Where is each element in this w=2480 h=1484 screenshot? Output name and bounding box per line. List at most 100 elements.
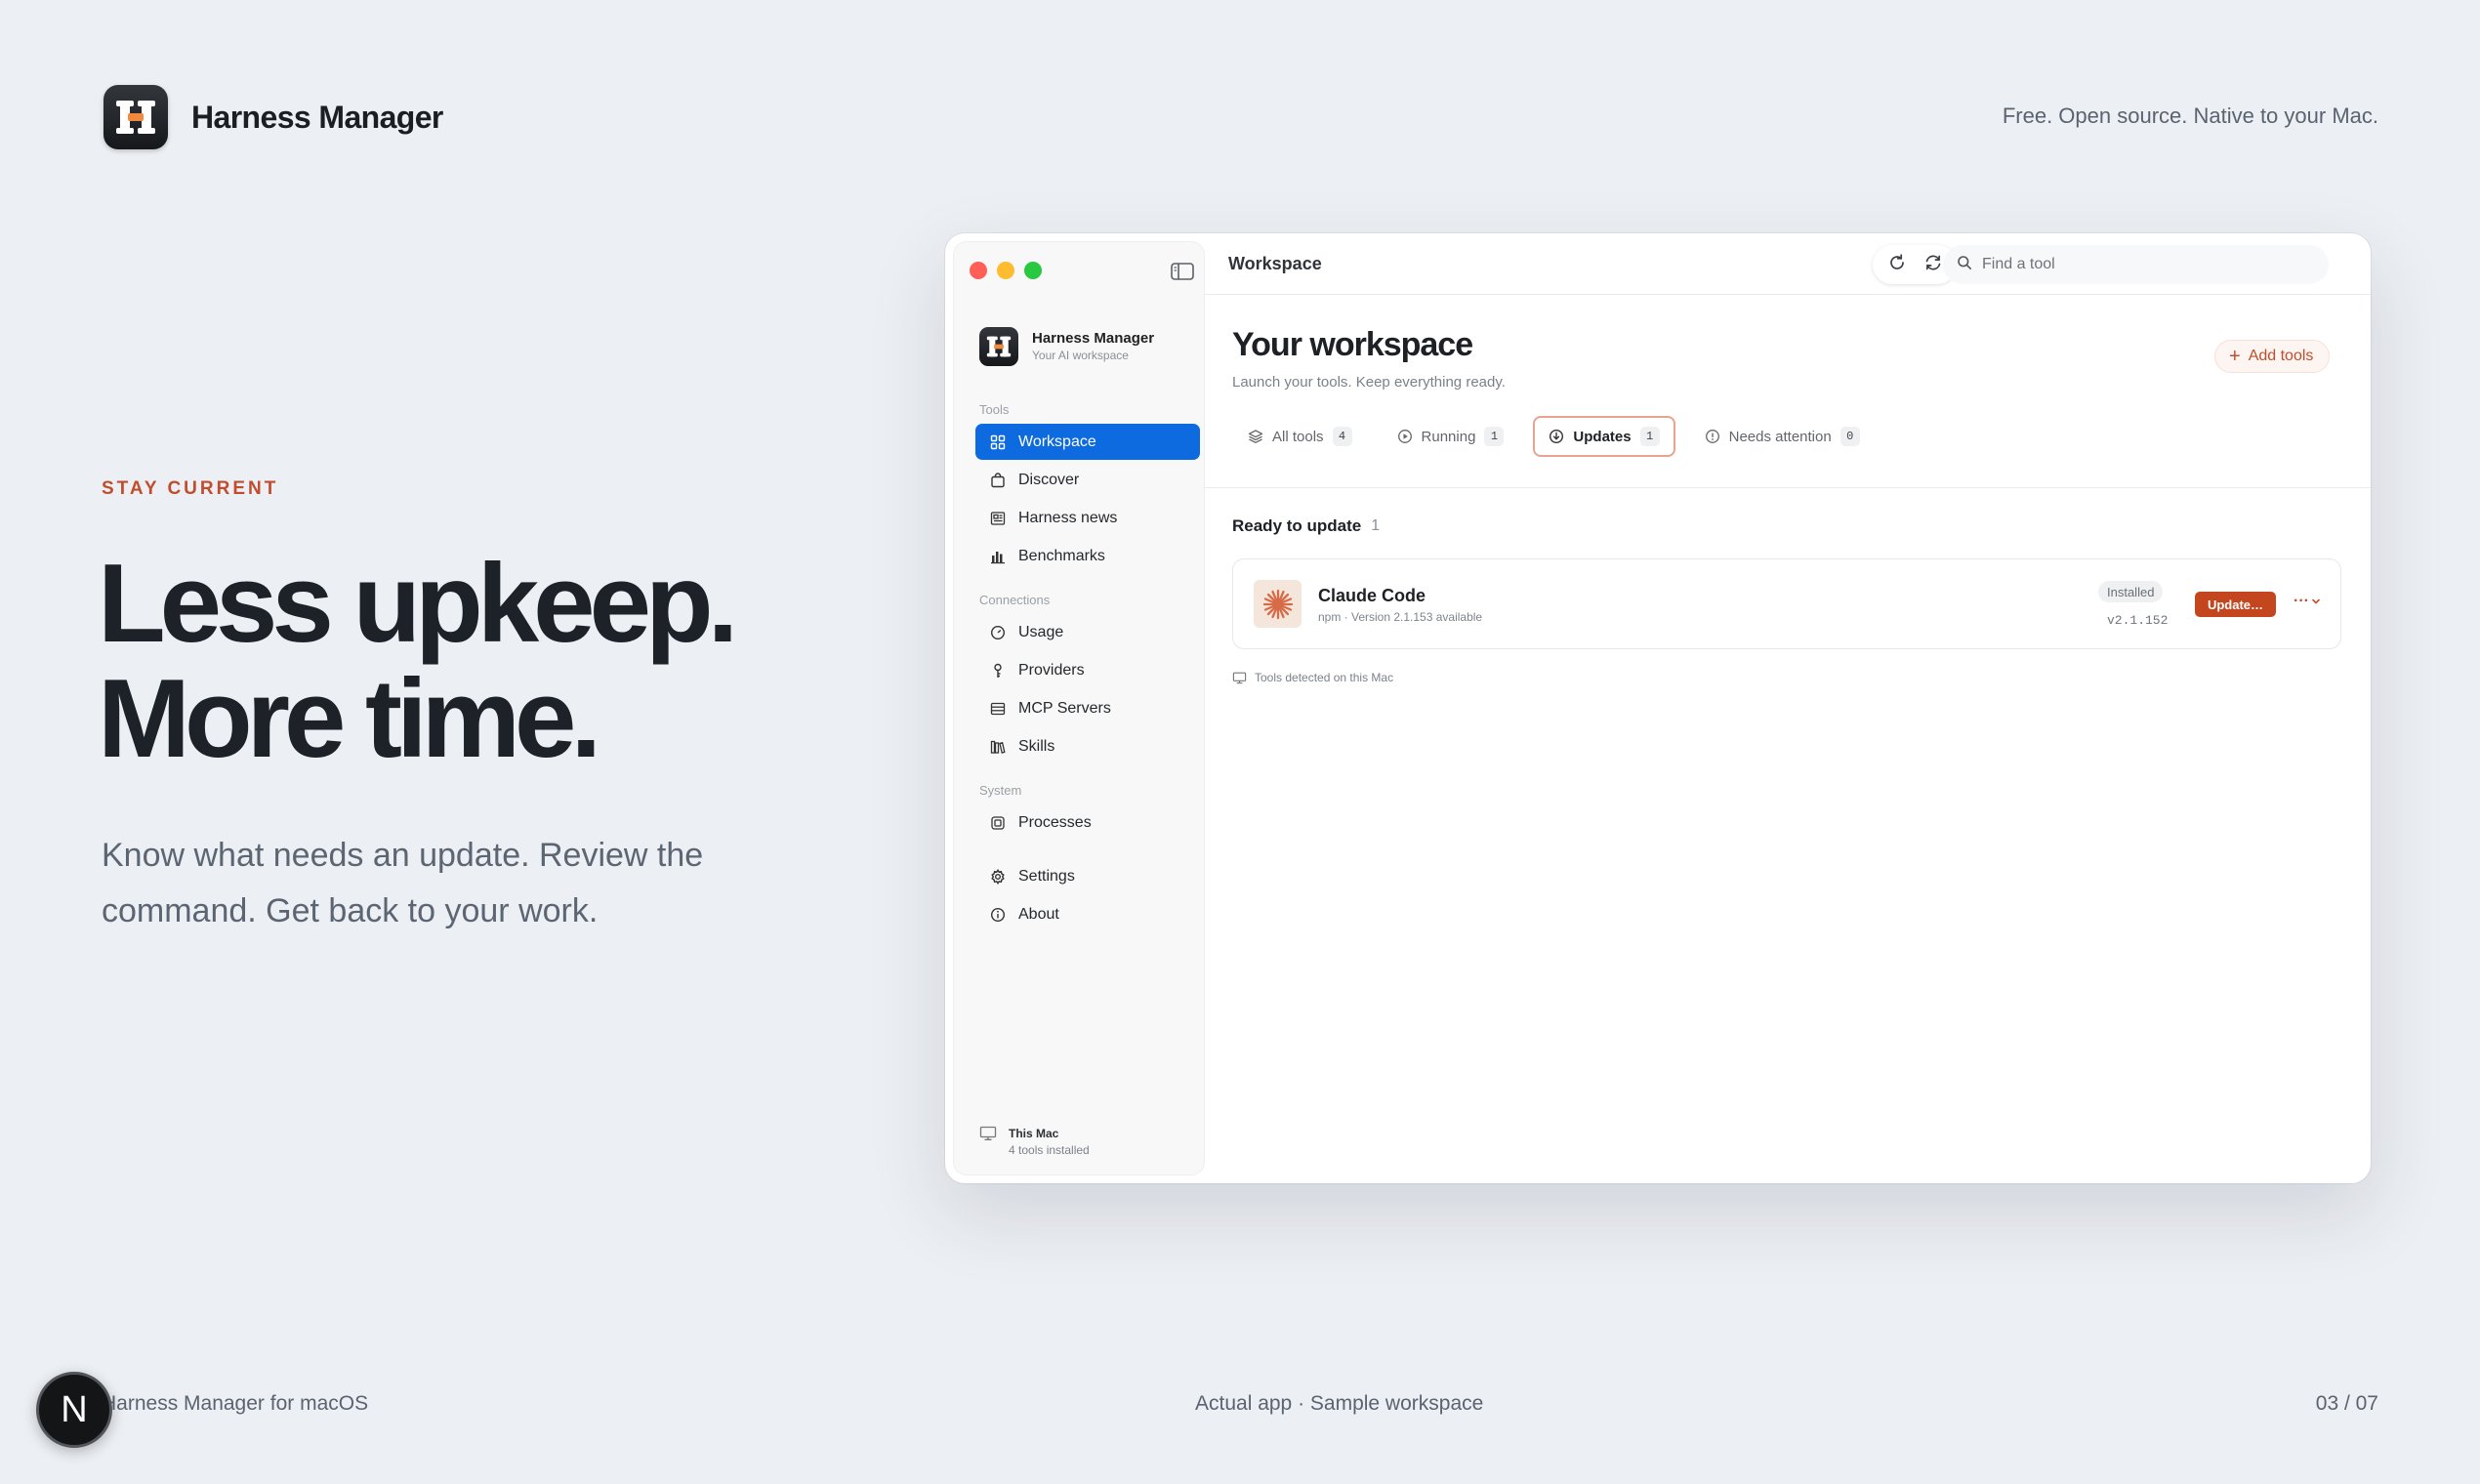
sidebar-item-processes[interactable]: Processes [975,804,1200,841]
books-icon [989,738,1007,756]
sidebar-item-mcp-servers[interactable]: MCP Servers [975,690,1200,726]
page-subtitle: Launch your tools. Keep everything ready… [1232,374,1506,391]
layers-icon [1248,429,1263,444]
sidebar-item-label: Harness news [1018,509,1118,526]
add-tools-label: Add tools [2248,348,2314,364]
chevron-down-icon [2311,597,2321,606]
tab-count: 0 [1839,427,1860,446]
sidebar-item-label: Processes [1018,813,1092,831]
refresh-icon[interactable] [1886,252,1908,278]
sidebar-item-benchmarks[interactable]: Benchmarks [975,538,1200,574]
footer-center: Actual app · Sample workspace [1195,1392,1484,1415]
tab-label: Running [1421,428,1476,445]
brand: Harness Manager [103,85,443,149]
tab-count: 4 [1332,427,1352,446]
sidebar-item-skills[interactable]: Skills [975,728,1200,764]
footer-left: Harness Manager for macOS [102,1392,369,1415]
sidebar-item-label: Settings [1018,867,1075,885]
newspaper-icon [989,510,1007,527]
tab-running[interactable]: Running 1 [1382,416,1520,457]
bar-chart-icon [989,548,1007,565]
app-name: Harness Manager [1032,330,1155,347]
add-tools-button[interactable]: + Add tools [2214,340,2331,373]
tab-label: Updates [1573,428,1632,445]
brand-name: Harness Manager [191,99,443,135]
section-title: Ready to update [1232,516,1362,535]
page-title: Your workspace [1232,326,1473,363]
sidebar-item-label: Providers [1018,661,1085,679]
detected-note-text: Tools detected on this Mac [1255,671,1394,684]
server-icon [989,700,1007,718]
tab-label: Needs attention [1728,428,1832,445]
key-icon [989,662,1007,680]
close-window-button[interactable] [970,262,987,279]
more-options-button[interactable]: ··· [2294,593,2321,610]
tool-meta: npm · Version 2.1.153 available [1318,610,1483,624]
minimize-window-button[interactable] [997,262,1014,279]
bag-icon [989,472,1007,489]
sidebar-item-about[interactable]: About [975,896,1200,932]
breadcrumb: Workspace [1228,254,1322,273]
app-subtitle: Your AI workspace [1032,349,1129,362]
headline: Less upkeep. More time. [98,542,738,781]
subcopy: Know what needs an update. Review the co… [102,837,704,929]
search-input[interactable] [1982,256,2294,273]
sidebar: Harness Manager Your AI workspace Tools … [953,241,1205,1175]
play-circle-icon [1397,429,1413,444]
sidebar-section-system: System [979,783,1022,798]
monitor-icon [1232,672,1247,684]
tool-name: Claude Code [1318,586,1426,605]
info-icon [989,906,1007,924]
divider [1205,487,2371,488]
tab-count: 1 [1484,427,1505,446]
tagline: Free. Open source. Native to your Mac. [2002,103,2378,128]
zoom-window-button[interactable] [1024,262,1042,279]
tab-updates[interactable]: Updates 1 [1533,416,1675,457]
more-label: ··· [2294,593,2309,609]
status-badge: Installed [2098,581,2164,602]
claude-starburst-icon [1254,580,1302,628]
search-field[interactable] [1943,245,2329,284]
headline-line-1: Less upkeep. [98,542,738,666]
sidebar-item-discover[interactable]: Discover [975,462,1200,498]
installed-version: v2.1.152 [2107,613,2169,628]
sidebar-section-tools: Tools [979,402,1010,417]
harness-logo-icon [103,85,168,149]
eyebrow: STAY CURRENT [102,478,279,499]
this-mac-status[interactable]: This Mac 4 tools installed [979,1126,1090,1159]
toolbar: Workspace [1205,233,2371,295]
monitor-icon [979,1126,997,1146]
gauge-icon [989,624,1007,641]
sidebar-item-label: Workspace [1018,433,1096,450]
sidebar-item-label: About [1018,905,1059,923]
section-count: 1 [1371,517,1381,534]
gear-icon [989,868,1007,886]
app-window: Harness Manager Your AI workspace Tools … [945,233,2371,1183]
sidebar-item-workspace[interactable]: Workspace [975,424,1200,460]
sidebar-item-providers[interactable]: Providers [975,652,1200,688]
sidebar-item-label: Discover [1018,471,1080,488]
update-button[interactable]: Update… [2195,592,2276,617]
page-counter: 03 / 07 [2315,1392,2378,1415]
plus-icon: + [2229,346,2241,367]
sidebar-section-connections: Connections [979,593,1051,607]
headline-line-2: More time. [98,657,601,781]
sidebar-item-label: Benchmarks [1018,547,1105,564]
app-identity: Harness Manager Your AI workspace [979,327,1154,366]
sidebar-toggle-icon[interactable] [1171,262,1194,286]
grid-icon [989,433,1007,451]
sidebar-item-usage[interactable]: Usage [975,614,1200,650]
sidebar-item-settings[interactable]: Settings [975,858,1200,894]
tool-card-claude-code[interactable]: Claude Code npm · Version 2.1.153 availa… [1232,558,2341,649]
n-badge-button[interactable]: N [36,1372,112,1448]
sidebar-item-harness-news[interactable]: Harness news [975,500,1200,536]
sidebar-item-label: Usage [1018,623,1064,640]
search-icon [1957,255,1972,275]
sync-icon[interactable] [1922,252,1944,278]
window-controls [970,262,1042,279]
tab-all-tools[interactable]: All tools 4 [1232,416,1368,457]
installed-count: 4 tools installed [1009,1143,1090,1157]
cpu-icon [989,814,1007,832]
filter-tabs: All tools 4 Running 1 Updates 1 Needs at… [1232,416,1889,457]
tab-needs-attention[interactable]: Needs attention 0 [1689,416,1876,457]
